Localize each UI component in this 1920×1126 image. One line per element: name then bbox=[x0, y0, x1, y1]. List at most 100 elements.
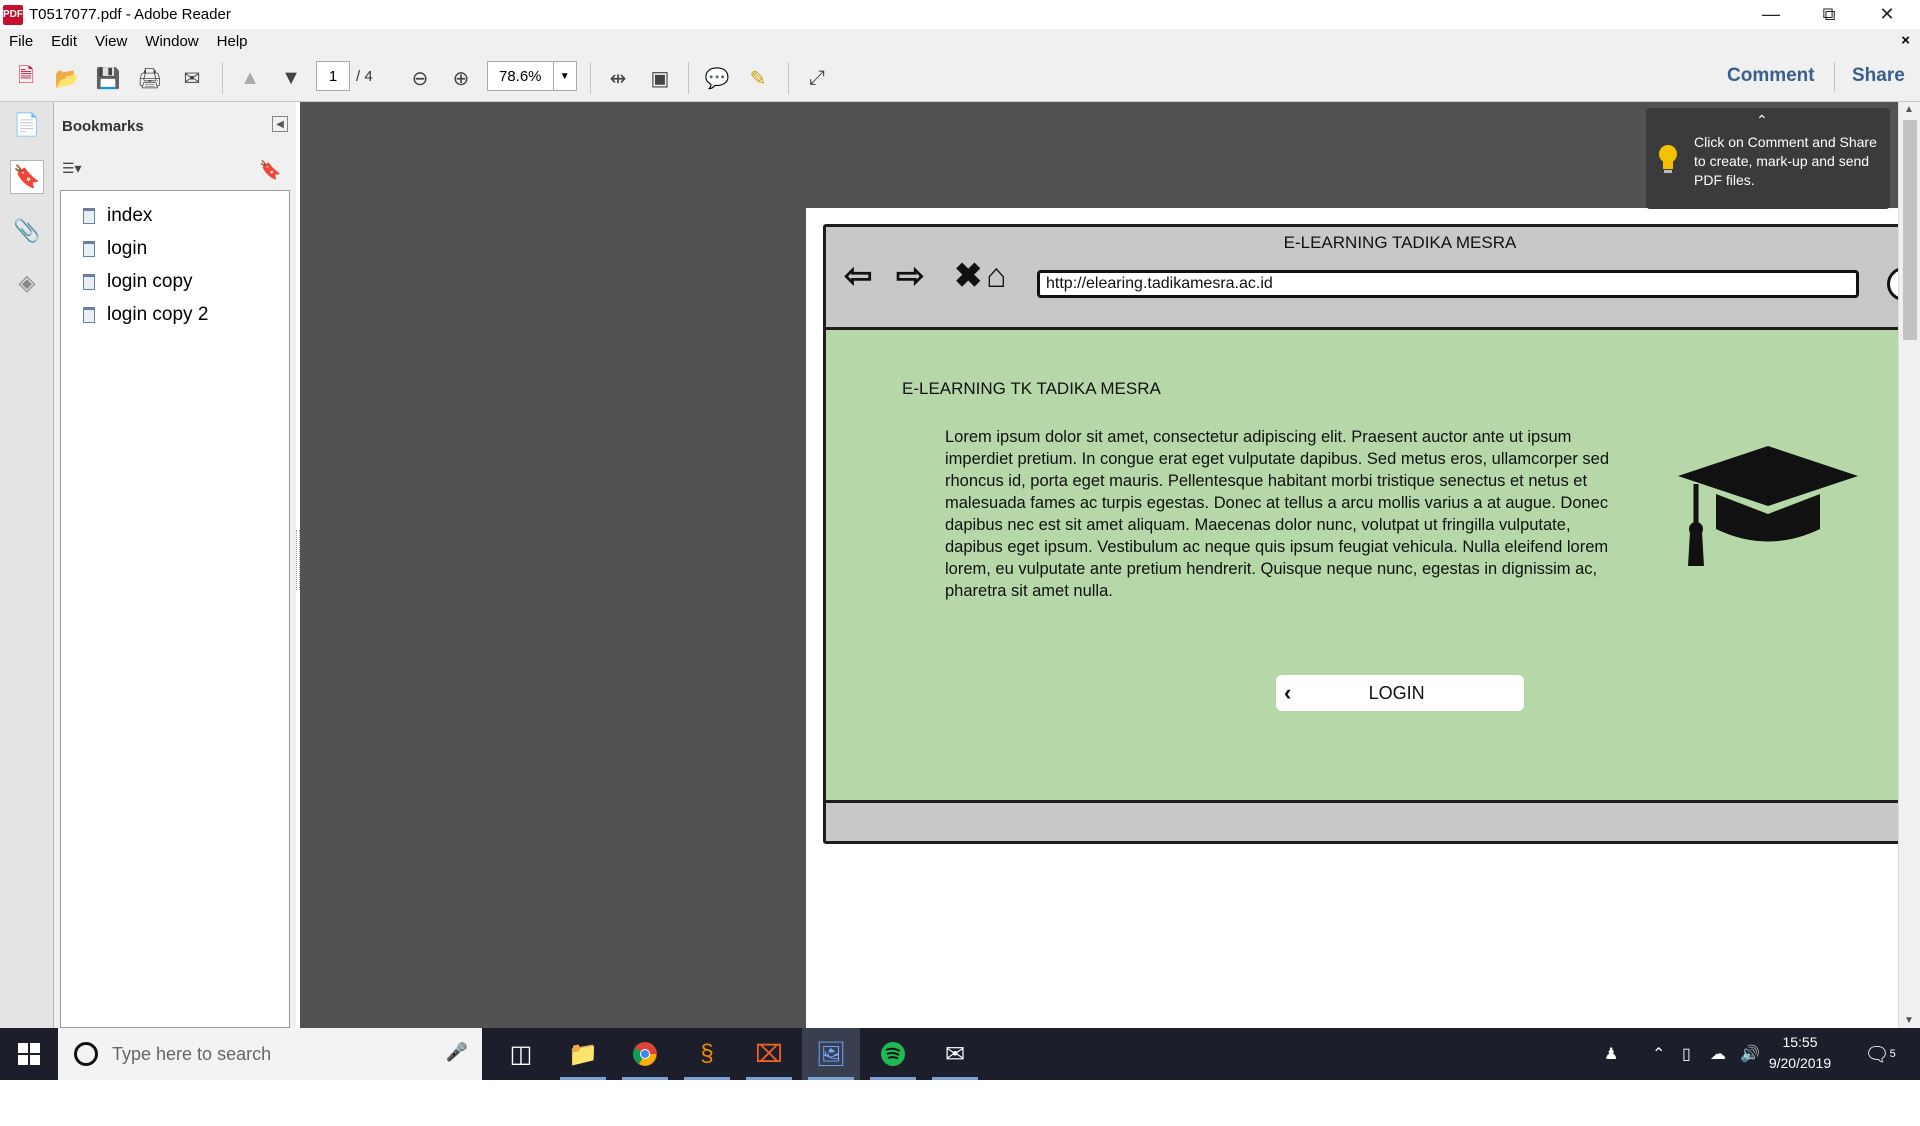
page-thumbnails-icon[interactable]: 📄 bbox=[10, 108, 44, 142]
mockup-content: E-LEARNING TK TADIKA MESRA Lorem ipsum d… bbox=[826, 327, 1920, 803]
bookmark-label: login copy bbox=[107, 271, 193, 292]
search-placeholder: Type here to search bbox=[112, 1043, 272, 1064]
taskbar: Type here to search 🎤 ◫ 📁 § ⌧ 🖼 ✉ ♟ ⌃ ▯ … bbox=[0, 1028, 1920, 1080]
close-document-button[interactable]: × bbox=[1901, 32, 1910, 49]
chevron-down-icon[interactable]: ▼ bbox=[552, 62, 576, 90]
adobe-reader-icon[interactable]: 🖼 bbox=[802, 1028, 860, 1080]
bookmarks-panel: Bookmarks ◀ ☰▾ 🔖 index login login copy … bbox=[54, 102, 296, 1028]
close-window-button[interactable]: ✕ bbox=[1858, 0, 1916, 29]
save-icon[interactable]: 💾 bbox=[91, 62, 125, 94]
tooltip-text: Click on Comment and Share to create, ma… bbox=[1694, 134, 1877, 188]
task-view-icon[interactable]: ◫ bbox=[492, 1028, 550, 1080]
bookmark-item[interactable]: index bbox=[83, 205, 152, 227]
zoom-select[interactable]: 78.6% ▼ bbox=[487, 61, 577, 91]
page-number-input[interactable]: 1 bbox=[316, 61, 350, 91]
minimize-button[interactable]: — bbox=[1742, 0, 1800, 29]
graduation-cap-icon bbox=[1678, 446, 1858, 566]
taskbar-search[interactable]: Type here to search 🎤 bbox=[58, 1028, 482, 1080]
bookmark-item[interactable]: login copy bbox=[83, 271, 193, 293]
menu-window[interactable]: Window bbox=[136, 33, 207, 50]
previous-page-icon[interactable]: ▲ bbox=[233, 62, 267, 94]
mockup-login-button: ‹ LOGIN bbox=[1276, 675, 1524, 711]
browser-mockup: E-LEARNING TADIKA MESRA ⇦ ⇨ ✖ ⌂ http://e… bbox=[823, 224, 1920, 844]
windows-icon bbox=[18, 1043, 40, 1065]
chevron-up-icon[interactable]: ⌃ bbox=[1756, 112, 1768, 129]
bookmark-page-icon bbox=[83, 274, 95, 290]
comment-button[interactable]: Comment bbox=[1727, 65, 1815, 87]
bookmark-page-icon bbox=[83, 208, 95, 224]
chevron-left-icon: ‹ bbox=[1284, 680, 1292, 705]
login-label: LOGIN bbox=[1368, 682, 1425, 703]
page-total: / 4 bbox=[356, 68, 373, 85]
collapse-panel-icon[interactable]: ◀ bbox=[272, 116, 288, 132]
scroll-up-icon[interactable]: ▲ bbox=[1904, 104, 1914, 115]
xampp-icon[interactable]: ⌧ bbox=[740, 1028, 798, 1080]
sublime-text-icon[interactable]: § bbox=[678, 1028, 736, 1080]
scroll-thumb[interactable] bbox=[1903, 120, 1917, 340]
mockup-url-bar: http://elearing.tadikamesra.ac.id bbox=[1037, 270, 1859, 298]
toolbar: 🗎 📂 💾 🖨 ✉ ▲ ▼ bbox=[0, 54, 1920, 102]
file-explorer-icon[interactable]: 📁 bbox=[554, 1028, 612, 1080]
home-icon: ⌂ bbox=[986, 257, 1007, 295]
comment-share-tooltip: ⌃ Click on Comment and Share to create, … bbox=[1646, 108, 1890, 209]
content-title: E-LEARNING TK TADIKA MESRA bbox=[902, 379, 1161, 398]
vertical-scrollbar[interactable]: ▲ ▼ bbox=[1898, 102, 1920, 1028]
menu-view[interactable]: View bbox=[86, 33, 136, 50]
document-viewer: E-LEARNING TADIKA MESRA ⇦ ⇨ ✖ ⌂ http://e… bbox=[300, 102, 1920, 1126]
volume-icon[interactable]: 🔊 bbox=[1740, 1028, 1760, 1080]
new-bookmark-icon[interactable]: 🔖 bbox=[259, 160, 281, 181]
start-button[interactable] bbox=[0, 1028, 58, 1080]
back-arrow-icon: ⇦ bbox=[844, 257, 873, 295]
menu-edit[interactable]: Edit bbox=[42, 33, 86, 50]
navigation-rail: 📄 🔖 📎 ◈ bbox=[0, 102, 54, 1028]
menu-help[interactable]: Help bbox=[208, 33, 257, 50]
content-body: Lorem ipsum dolor sit amet, consectetur … bbox=[945, 428, 1610, 600]
chrome-icon[interactable] bbox=[616, 1028, 674, 1080]
title-bar: PDF T0517077.pdf - Adobe Reader bbox=[0, 0, 1920, 29]
onedrive-icon[interactable]: ☁ bbox=[1710, 1028, 1726, 1080]
highlight-icon[interactable]: ✎ bbox=[741, 62, 775, 94]
sticky-note-icon[interactable]: 💬 bbox=[700, 62, 734, 94]
clock-date: 9/20/2019 bbox=[1768, 1055, 1832, 1071]
notification-count: 5 bbox=[1889, 1048, 1896, 1060]
options-menu-icon[interactable]: ☰▾ bbox=[62, 160, 82, 177]
notification-center-icon[interactable]: 🗨 5 bbox=[1860, 1038, 1900, 1070]
microphone-icon[interactable]: 🎤 bbox=[446, 1042, 468, 1063]
bookmark-item[interactable]: login copy 2 bbox=[83, 304, 208, 326]
share-button[interactable]: Share bbox=[1852, 65, 1905, 87]
fit-page-icon[interactable]: ▣ bbox=[643, 62, 677, 94]
scroll-down-icon[interactable]: ▼ bbox=[1904, 1015, 1914, 1026]
spotify-icon[interactable] bbox=[864, 1028, 922, 1080]
email-icon[interactable]: ✉ bbox=[175, 62, 209, 94]
menu-bar: File Edit View Window Help × bbox=[0, 29, 1920, 54]
fit-width-icon[interactable]: ⇹ bbox=[601, 62, 635, 94]
clock[interactable]: 15:55 9/20/2019 bbox=[1760, 1032, 1840, 1074]
zoom-out-icon[interactable]: ⊖ bbox=[403, 62, 437, 94]
mail-icon[interactable]: ✉ bbox=[926, 1028, 984, 1080]
open-file-icon[interactable]: 📂 bbox=[50, 62, 84, 94]
next-page-icon[interactable]: ▼ bbox=[274, 62, 308, 94]
bookmark-label: login copy 2 bbox=[107, 304, 209, 325]
zoom-in-icon[interactable]: ⊕ bbox=[444, 62, 478, 94]
bookmark-page-icon bbox=[83, 307, 95, 323]
menu-file[interactable]: File bbox=[0, 33, 42, 50]
bookmark-icon[interactable]: 🔖 bbox=[10, 160, 44, 194]
battery-icon[interactable]: ▯ bbox=[1682, 1028, 1691, 1080]
full-screen-icon[interactable]: ⤢ bbox=[800, 62, 834, 94]
layers-icon[interactable]: ◈ bbox=[10, 266, 44, 300]
restore-button[interactable]: ⧉ bbox=[1800, 0, 1858, 29]
bookmark-item[interactable]: login bbox=[83, 238, 147, 260]
people-icon[interactable]: ♟ bbox=[1604, 1028, 1618, 1080]
print-icon[interactable]: 🖨 bbox=[133, 62, 167, 94]
window-title: T0517077.pdf - Adobe Reader bbox=[29, 6, 231, 23]
lightbulb-icon bbox=[1659, 145, 1677, 173]
bookmark-label: login bbox=[107, 238, 148, 259]
clock-time: 15:55 bbox=[1782, 1034, 1818, 1050]
bookmarks-title: Bookmarks bbox=[62, 118, 144, 135]
zoom-value: 78.6% bbox=[498, 67, 542, 85]
bookmark-list: index login login copy login copy 2 bbox=[60, 190, 290, 1028]
pdf-app-icon: PDF bbox=[3, 4, 23, 25]
create-pdf-icon[interactable]: 🗎 bbox=[9, 62, 43, 94]
attachment-icon[interactable]: 📎 bbox=[10, 214, 44, 248]
show-hidden-icons-icon[interactable]: ⌃ bbox=[1652, 1028, 1665, 1080]
